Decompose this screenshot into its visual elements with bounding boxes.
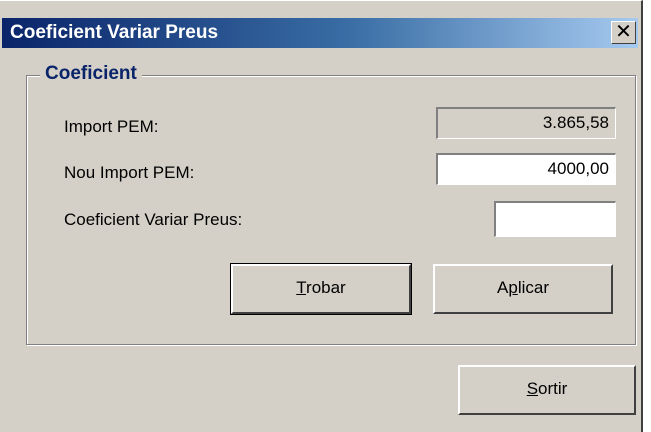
aplicar-label-pre: A xyxy=(497,278,509,297)
aplicar-mnemonic: p xyxy=(508,278,518,297)
coeficient-variar-preus-input[interactable] xyxy=(494,201,616,237)
trobar-mnemonic: T xyxy=(296,278,307,297)
close-button[interactable]: ✕ xyxy=(611,21,636,44)
groupbox-legend: Coeficient xyxy=(40,63,142,85)
coeficient-variar-preus-label: Coeficient Variar Preus: xyxy=(64,210,243,229)
nou-import-pem-label: Nou Import PEM: xyxy=(64,163,195,182)
title-bar[interactable]: Coeficient Variar Preus ✕ xyxy=(2,18,638,48)
sortir-button[interactable]: Sortir xyxy=(458,365,636,415)
sortir-mnemonic: S xyxy=(526,379,539,398)
close-icon: ✕ xyxy=(615,21,632,43)
nou-import-pem-input[interactable]: 4000,00 xyxy=(436,153,616,185)
trobar-button[interactable]: Trobar xyxy=(230,263,412,315)
aplicar-label-rest: licar xyxy=(517,278,549,297)
import-pem-field: 3.865,58 xyxy=(436,107,616,139)
sortir-label-rest: ortir xyxy=(538,379,568,398)
aplicar-button[interactable]: Aplicar xyxy=(433,264,613,314)
dialog-window: Coeficient Variar Preus ✕ Coeficient Imp… xyxy=(0,0,643,432)
import-pem-label: Import PEM: xyxy=(64,117,159,136)
trobar-label-rest: robar xyxy=(306,278,346,297)
window-title: Coeficient Variar Preus xyxy=(10,22,219,43)
